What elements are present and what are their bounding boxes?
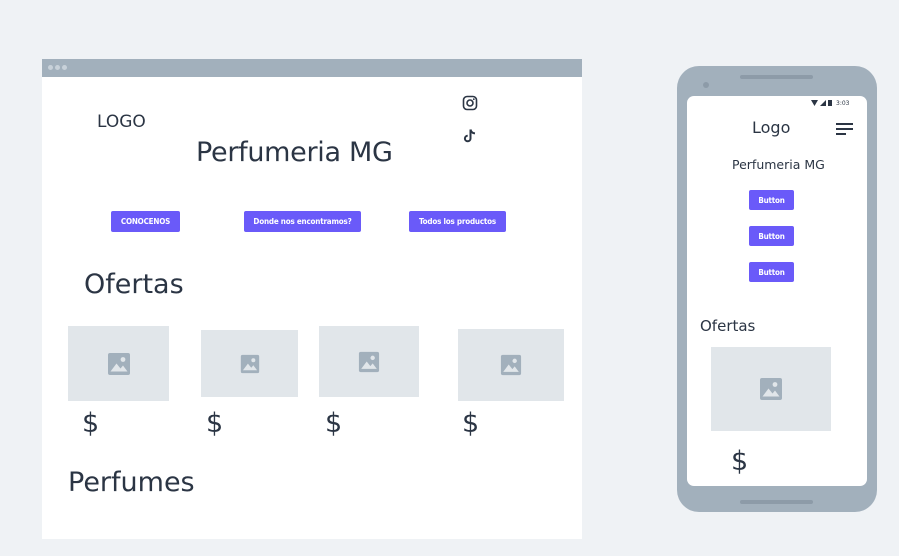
- window-dot: [55, 65, 60, 70]
- phone-home-bar: [740, 500, 813, 504]
- offer-price: $: [206, 408, 224, 439]
- mobile-offer-image[interactable]: [711, 347, 831, 431]
- conocenos-button[interactable]: CONOCENOS: [111, 211, 180, 232]
- site-title: Perfumeria MG: [196, 137, 393, 168]
- image-placeholder-icon: [358, 351, 380, 372]
- offer-image[interactable]: [68, 326, 169, 401]
- mobile-button[interactable]: Button: [749, 262, 794, 282]
- offer-image[interactable]: [458, 329, 564, 401]
- image-placeholder-icon: [500, 354, 522, 376]
- mobile-button[interactable]: Button: [749, 190, 794, 210]
- signal-icon: [820, 100, 826, 106]
- phone-screen: 3:03 Logo Perfumeria MG Button Button Bu…: [687, 96, 867, 486]
- desktop-wireframe: LOGO Perfumeria MG CONOCENOS Donde nos e…: [42, 59, 582, 539]
- mobile-button[interactable]: Button: [749, 226, 794, 246]
- battery-icon: [828, 100, 832, 106]
- phone-camera: [703, 82, 709, 88]
- status-time: 3:03: [836, 99, 850, 107]
- offer-price: $: [82, 408, 100, 439]
- all-products-button[interactable]: Todos los productos: [409, 211, 506, 232]
- image-placeholder-icon: [760, 378, 782, 400]
- tiktok-icon[interactable]: [462, 128, 478, 144]
- location-button[interactable]: Donde nos encontramos?: [244, 211, 361, 232]
- perfumes-heading: Perfumes: [68, 467, 195, 498]
- mobile-site-title: Perfumeria MG: [732, 157, 825, 172]
- mobile-offers-heading: Ofertas: [700, 317, 756, 335]
- offer-price: $: [325, 408, 343, 439]
- status-bar: 3:03: [811, 99, 849, 107]
- offers-heading: Ofertas: [84, 269, 184, 300]
- window-dot: [62, 65, 67, 70]
- offer-price: $: [462, 408, 480, 439]
- browser-title-bar: [42, 59, 582, 77]
- phone-frame: 3:03 Logo Perfumeria MG Button Button Bu…: [677, 66, 877, 512]
- hamburger-icon[interactable]: [836, 122, 853, 136]
- wifi-icon: [811, 100, 818, 106]
- offer-image[interactable]: [201, 330, 298, 397]
- phone-speaker: [740, 75, 813, 79]
- window-dot: [48, 65, 53, 70]
- mobile-logo: Logo: [752, 118, 791, 137]
- image-placeholder-icon: [240, 354, 259, 373]
- mobile-offer-price: $: [731, 446, 749, 477]
- logo: LOGO: [97, 112, 146, 132]
- instagram-icon[interactable]: [462, 95, 478, 111]
- image-placeholder-icon: [107, 352, 130, 375]
- offer-image[interactable]: [319, 326, 419, 397]
